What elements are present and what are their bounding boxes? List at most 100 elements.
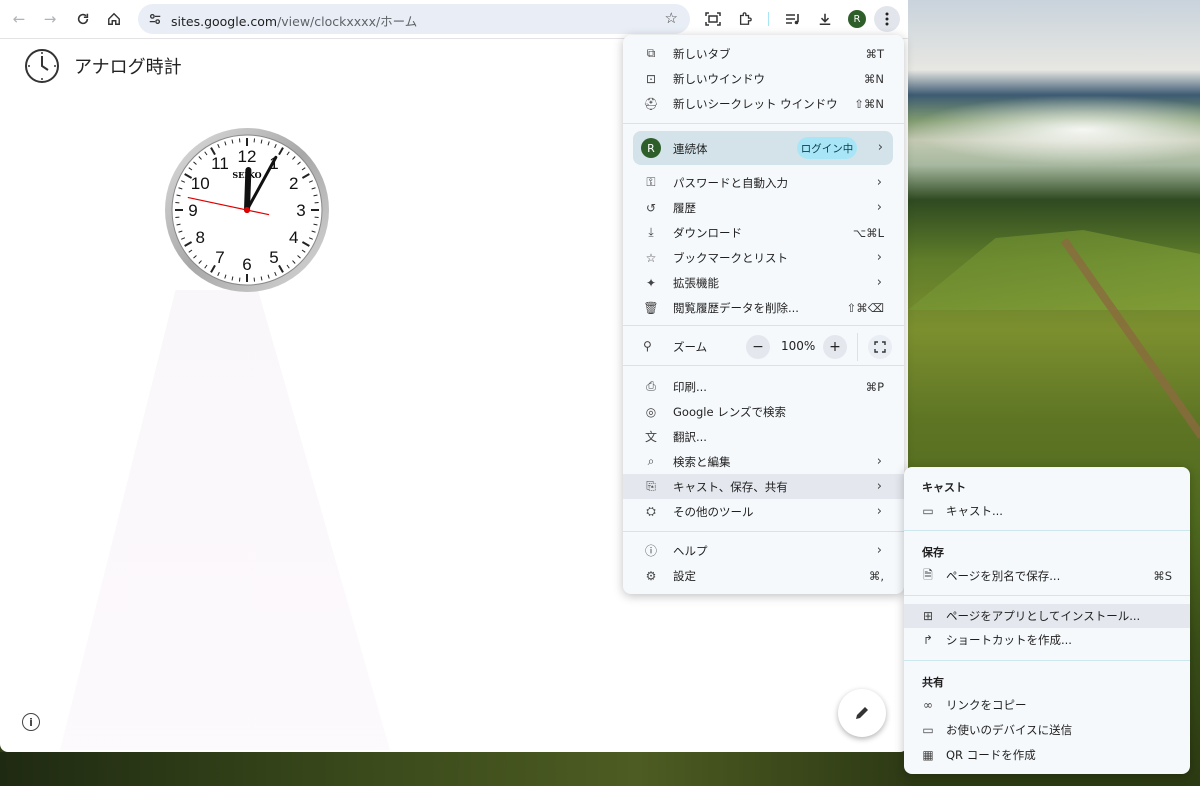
submenu-item-qr-code[interactable]: ▦ QR コードを作成 xyxy=(904,743,1190,767)
fullscreen-button[interactable] xyxy=(868,335,892,359)
submenu-item-send-to-device[interactable]: ▭ お使いのデバイスに送信 xyxy=(904,718,1190,742)
address-bar[interactable]: sites.google.com/view/clockxxxx/ホーム ☆ xyxy=(138,4,690,34)
reading-list-button[interactable] xyxy=(780,6,806,32)
menu-item-extensions[interactable]: ✦ 拡張機能 › xyxy=(623,270,904,295)
menu-item-label: 閲覧履歴データを削除... xyxy=(673,300,799,315)
menu-item-clear-data[interactable]: 🗑 閲覧履歴データを削除... ⇧⌘⌫ xyxy=(623,295,904,320)
menu-item-label: 検索と編集 xyxy=(673,454,731,469)
url-host: sites.google.com xyxy=(171,14,278,29)
menu-item-new-window[interactable]: ⊡ 新しいウインドウ ⌘N xyxy=(623,66,904,91)
extensions-button[interactable] xyxy=(732,6,758,32)
key-icon: ⚿ xyxy=(646,175,656,189)
submenu-item-label: ページをアプリとしてインストール... xyxy=(946,609,1141,623)
zoom-in-button[interactable]: + xyxy=(823,335,847,359)
history-icon: ↺ xyxy=(645,200,657,215)
menu-item-print[interactable]: ⎙ 印刷... ⌘P xyxy=(623,374,904,399)
zoom-row: ⚲ ズーム − 100% + xyxy=(623,333,904,361)
home-icon xyxy=(108,12,120,25)
zoom-icon: ⚲ xyxy=(643,339,652,353)
forward-button[interactable]: → xyxy=(37,6,63,32)
menu-divider xyxy=(623,365,904,366)
menu-item-downloads[interactable]: ⤓ ダウンロード ⌥⌘L xyxy=(623,220,904,245)
menu-item-label: その他のツール xyxy=(673,504,754,519)
menu-item-shortcut: ⌥⌘L xyxy=(852,225,884,240)
chevron-right-icon: › xyxy=(876,200,882,215)
menu-item-label: 新しいウインドウ xyxy=(673,71,765,86)
zoom-divider xyxy=(857,333,858,361)
pencil-icon xyxy=(856,707,868,719)
menu-item-translate[interactable]: 文 翻訳... xyxy=(623,424,904,449)
menu-item-shortcut: ⌘P xyxy=(865,379,884,394)
chevron-right-icon: › xyxy=(876,454,882,469)
menu-item-incognito[interactable]: ⛑ 新しいシークレット ウインドウ ⇧⌘N xyxy=(623,91,904,116)
translate-icon: 文 xyxy=(644,430,657,444)
menu-item-shortcut: ⇧⌘⌫ xyxy=(846,300,884,315)
devices-icon: ▭ xyxy=(922,723,934,737)
zoom-out-button[interactable]: − xyxy=(746,335,770,359)
chrome-menu-button[interactable] xyxy=(874,6,900,32)
info-button[interactable]: i xyxy=(22,713,40,731)
submenu-item-cast[interactable]: ▭ キャスト... xyxy=(904,499,1190,523)
menu-item-more-tools[interactable]: ⛭ その他のツール › xyxy=(623,499,904,524)
clock-center-pin xyxy=(244,207,250,213)
clock-number: 5 xyxy=(269,248,278,267)
menu-item-new-tab[interactable]: ⧉ 新しいタブ ⌘T xyxy=(623,41,904,66)
chevron-right-icon: › xyxy=(876,479,882,494)
url-path: /view/clockxxxx/ホーム xyxy=(277,14,418,29)
submenu-item-create-shortcut[interactable]: ↱ ショートカットを作成... xyxy=(904,628,1190,652)
shortcut-arrow-icon: ↱ xyxy=(922,633,934,647)
submenu-item-copy-link[interactable]: ∞ リンクをコピー xyxy=(904,693,1190,717)
menu-item-label: 新しいタブ xyxy=(673,46,731,61)
menu-item-google-lens[interactable]: ◎ Google レンズで検索 xyxy=(623,399,904,424)
submenu-item-install-app[interactable]: ⊞ ページをアプリとしてインストール... xyxy=(904,604,1190,628)
menu-profile-row[interactable]: R 連続体 ログイン中 › xyxy=(633,131,893,165)
zoom-label: ズーム xyxy=(673,340,708,354)
save-section-header: 保存 xyxy=(922,546,944,559)
help-icon: ⓘ xyxy=(644,544,657,558)
bookmark-star-icon[interactable]: ☆ xyxy=(665,9,678,27)
site-settings-icon[interactable] xyxy=(146,10,164,28)
find-icon: ⌕ xyxy=(647,454,655,468)
signed-in-badge: ログイン中 xyxy=(797,137,857,159)
media-queue-icon xyxy=(786,14,799,25)
three-dots-icon xyxy=(885,12,889,26)
hour-hand xyxy=(244,167,252,213)
chevron-right-icon: › xyxy=(876,543,882,558)
clock-reflection xyxy=(60,290,390,750)
menu-item-passwords[interactable]: ⚿ パスワードと自動入力 › xyxy=(623,170,904,195)
save-page-icon: 🗎 xyxy=(923,567,933,582)
reload-icon xyxy=(77,13,89,25)
extension-puzzle-icon xyxy=(739,12,752,25)
cast-section-header: キャスト xyxy=(922,481,966,494)
zoom-value: 100% xyxy=(781,339,816,353)
menu-item-label: ダウンロード xyxy=(673,225,742,240)
submenu-item-label: ページを別名で保存... xyxy=(946,569,1061,583)
menu-item-cast-save-share[interactable]: ⎘ キャスト、保存、共有 › xyxy=(623,474,904,499)
extension-icon: ✦ xyxy=(645,275,657,290)
menu-item-history[interactable]: ↺ 履歴 › xyxy=(623,195,904,220)
incognito-icon: ⛑ xyxy=(643,96,659,111)
submenu-item-save-page[interactable]: 🗎 ページを別名で保存... ⌘S xyxy=(904,564,1190,588)
new-tab-icon: ⧉ xyxy=(646,46,656,60)
menu-item-help[interactable]: ⓘ ヘルプ › xyxy=(623,538,904,563)
menu-item-label: 新しいシークレット ウインドウ xyxy=(673,96,838,111)
reload-button[interactable] xyxy=(70,6,96,32)
home-button[interactable] xyxy=(101,6,127,32)
submenu-item-label: ショートカットを作成... xyxy=(946,633,1072,647)
print-icon: ⎙ xyxy=(646,379,656,393)
clock-number: 7 xyxy=(215,248,224,267)
profile-avatar: R xyxy=(848,10,866,28)
menu-item-settings[interactable]: ⚙ 設定 ⌘, xyxy=(623,563,904,588)
url-text[interactable]: sites.google.com/view/clockxxxx/ホーム xyxy=(171,11,417,30)
menu-item-bookmarks[interactable]: ☆ ブックマークとリスト › xyxy=(623,245,904,270)
screenshot-button[interactable] xyxy=(700,6,726,32)
downloads-button[interactable] xyxy=(812,6,838,32)
qr-code-icon: ▦ xyxy=(922,748,934,762)
back-button[interactable]: ← xyxy=(6,6,32,32)
profile-button[interactable]: R xyxy=(844,6,870,32)
cast-icon: ▭ xyxy=(922,504,934,518)
menu-item-shortcut: ⌘, xyxy=(868,568,884,583)
menu-item-find-edit[interactable]: ⌕ 検索と編集 › xyxy=(623,449,904,474)
edit-button[interactable] xyxy=(838,689,886,737)
menu-item-shortcut: ⌘N xyxy=(863,71,884,86)
